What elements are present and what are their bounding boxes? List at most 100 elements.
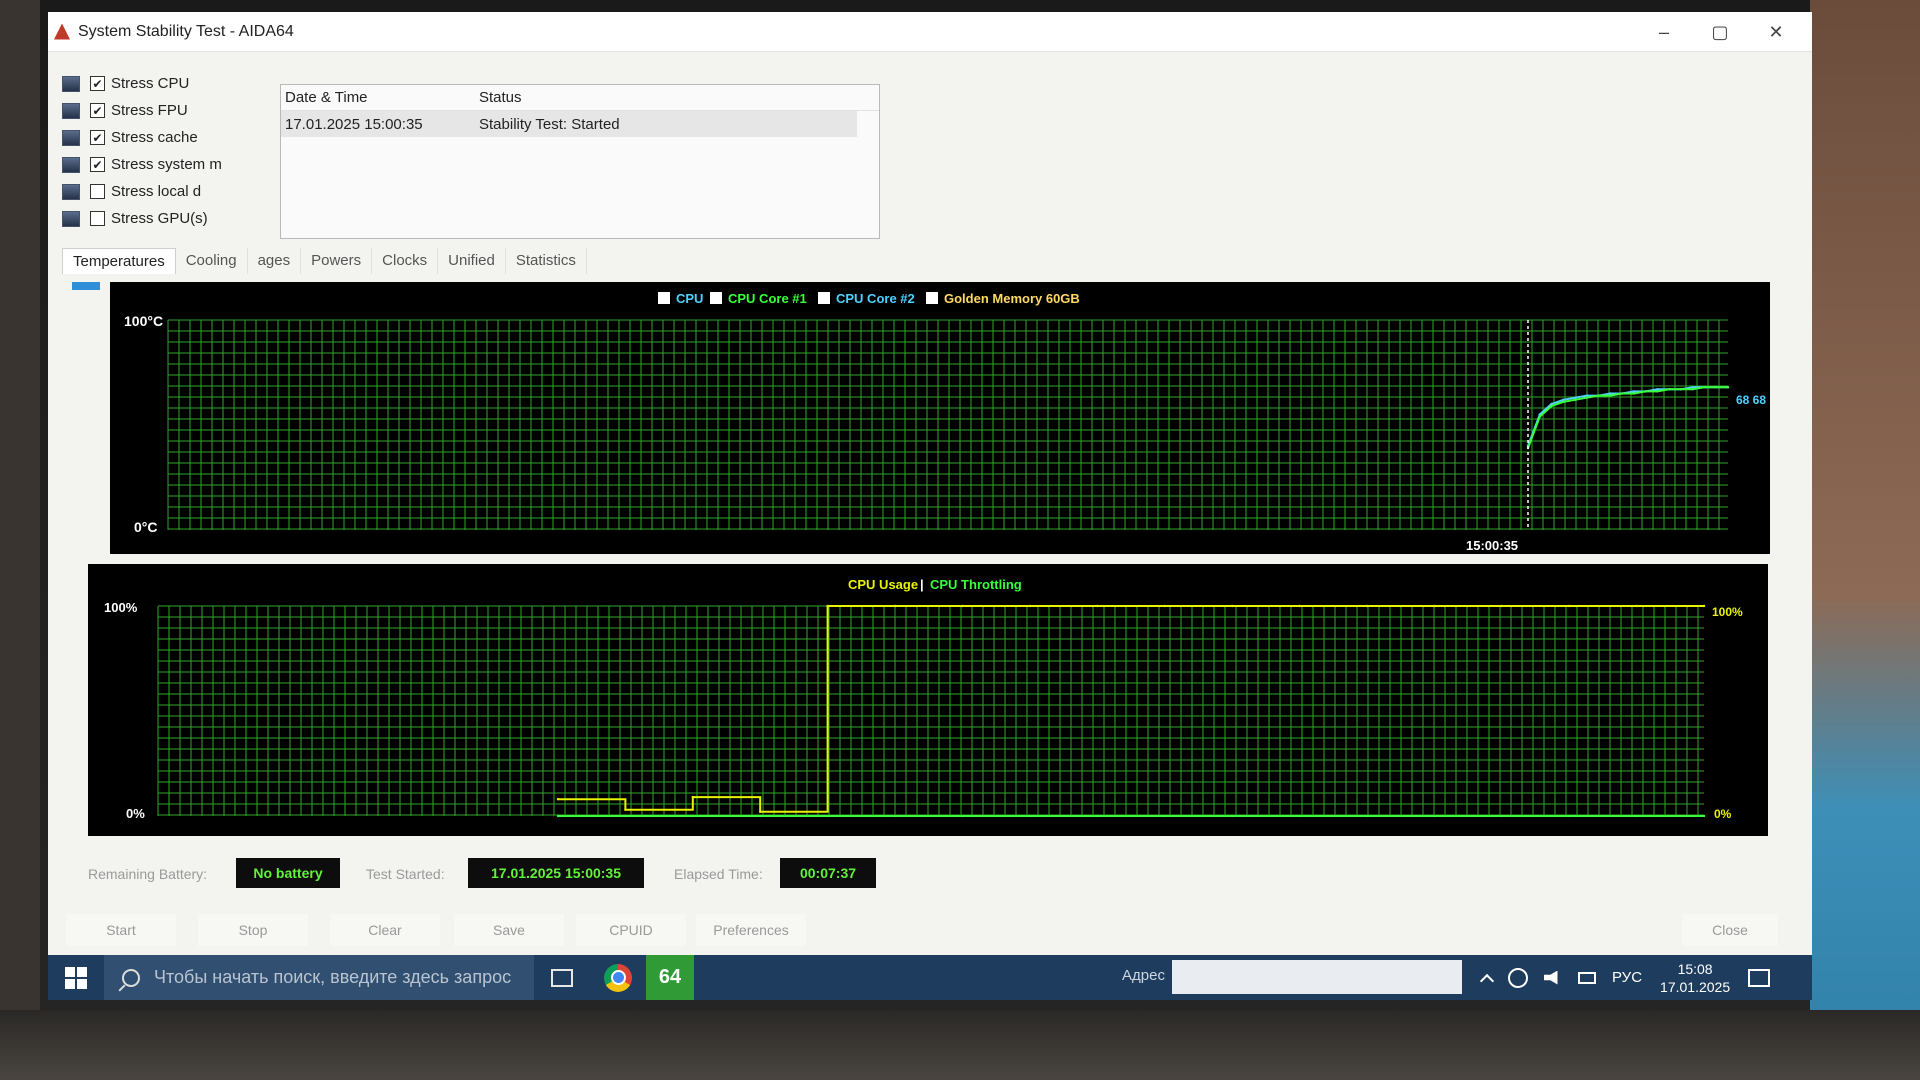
legend-cpu-checkbox[interactable] — [658, 292, 670, 304]
preferences-button[interactable]: Preferences — [696, 914, 806, 946]
tab-clocks[interactable]: Clocks — [372, 248, 439, 274]
cpu-title-separator: | — [920, 577, 924, 592]
address-toolbar-label: Адрес — [1122, 967, 1165, 984]
cpu-icon — [62, 75, 80, 92]
data-point — [1635, 604, 1638, 608]
data-point — [961, 604, 964, 608]
data-point — [624, 814, 627, 818]
chart-tabs: Temperatures Cooling ages Powers Clocks … — [62, 248, 587, 274]
aida64-taskbar-button[interactable]: 64 — [646, 955, 694, 1000]
network-globe-icon[interactable] — [1508, 967, 1528, 988]
log-row-status: Stability Test: Started — [479, 115, 620, 133]
minimize-button[interactable]: – — [1636, 12, 1692, 52]
stress-options: ✔ Stress CPU ✔ Stress FPU ✔ Stress cache… — [62, 70, 302, 232]
stress-cache-checkbox[interactable]: ✔ — [90, 130, 105, 145]
data-point — [1550, 404, 1553, 408]
keyboard-icon[interactable] — [1578, 971, 1596, 984]
stress-cache-label: Stress cache — [111, 129, 198, 146]
task-view-icon — [551, 968, 573, 987]
taskbar-search[interactable]: Чтобы начать поиск, введите здесь запрос — [104, 955, 534, 1000]
screen: System Stability Test - AIDA64 – ▢ ✕ ✔ S… — [48, 12, 1812, 1000]
legend-memory: Golden Memory 60GB — [944, 291, 1080, 306]
stress-cpu-checkbox[interactable]: ✔ — [90, 76, 105, 91]
tab-voltages[interactable]: ages — [248, 248, 302, 274]
legend-core1-checkbox[interactable] — [710, 292, 722, 304]
chart-grid — [157, 605, 1704, 816]
action-buttons: Start Stop Clear Save CPUID Preferences … — [48, 910, 1812, 950]
stress-system-memory-checkbox[interactable]: ✔ — [90, 157, 105, 172]
clear-button[interactable]: Clear — [330, 914, 440, 946]
tray-overflow-chevron-icon[interactable] — [1479, 973, 1495, 988]
legend-memory-checkbox[interactable] — [926, 292, 938, 304]
volume-icon[interactable] — [1544, 970, 1558, 985]
stress-fpu-option[interactable]: ✔ Stress FPU — [62, 97, 302, 124]
stress-cpu-option[interactable]: ✔ Stress CPU — [62, 70, 302, 97]
taskbar-clock[interactable]: 15:08 17.01.2025 — [1660, 960, 1730, 996]
data-point — [1096, 814, 1099, 818]
task-view-button[interactable] — [534, 955, 590, 1000]
close-window-button[interactable]: ✕ — [1748, 12, 1804, 52]
cpu-right-bottom-label: 0% — [1714, 807, 1732, 821]
notification-center-icon[interactable] — [1748, 968, 1771, 987]
tab-unified[interactable]: Unified — [438, 248, 506, 274]
stop-button[interactable]: Stop — [198, 914, 308, 946]
data-point — [1230, 604, 1234, 608]
tab-scroll-marker — [72, 282, 100, 290]
tab-powers[interactable]: Powers — [301, 248, 373, 274]
stress-system-memory-option[interactable]: ✔ Stress system m — [62, 151, 302, 178]
stress-fpu-label: Stress FPU — [111, 102, 188, 119]
data-point — [1679, 388, 1683, 391]
data-point — [826, 604, 829, 608]
test-started-label: Test Started: — [366, 866, 445, 882]
address-toolbar-input[interactable] — [1172, 960, 1462, 994]
save-button[interactable]: Save — [454, 914, 564, 946]
stress-cache-option[interactable]: ✔ Stress cache — [62, 124, 302, 151]
chart-grid — [167, 319, 1728, 530]
log-header-datetime[interactable]: Date & Time — [281, 89, 479, 106]
test-started-value: 17.01.2025 15:00:35 — [468, 858, 644, 888]
data-point — [1632, 392, 1636, 395]
stress-local-disks-option[interactable]: Stress local d — [62, 178, 302, 205]
log-header-status[interactable]: Status — [479, 89, 879, 106]
data-point — [1538, 415, 1541, 418]
data-point — [1585, 396, 1589, 399]
data-point — [893, 814, 897, 818]
stress-fpu-checkbox[interactable]: ✔ — [90, 103, 105, 118]
log-row[interactable]: 17.01.2025 15:00:35 Stability Test: Star… — [281, 111, 857, 137]
data-point — [1715, 386, 1718, 389]
tab-temperatures[interactable]: Temperatures — [62, 248, 176, 274]
stress-local-disks-checkbox[interactable] — [90, 184, 105, 199]
close-button[interactable]: Close — [1682, 914, 1778, 946]
title-bar: System Stability Test - AIDA64 – ▢ ✕ — [48, 12, 1812, 52]
stress-gpu-option[interactable]: Stress GPU(s) — [62, 205, 302, 232]
battery-value: No battery — [236, 858, 340, 888]
stress-system-memory-label: Stress system m — [111, 156, 222, 173]
chrome-taskbar-button[interactable] — [590, 955, 646, 1000]
legend-core2-checkbox[interactable] — [818, 292, 830, 304]
data-point — [1028, 814, 1032, 818]
data-point — [1230, 814, 1234, 818]
tab-cooling[interactable]: Cooling — [176, 248, 248, 274]
tab-statistics[interactable]: Statistics — [506, 248, 587, 274]
start-menu-button[interactable] — [48, 955, 104, 1000]
search-placeholder: Чтобы начать поиск, введите здесь запрос — [154, 967, 512, 987]
stress-gpu-checkbox[interactable] — [90, 211, 105, 226]
language-indicator[interactable]: РУС — [1612, 969, 1642, 986]
stress-cpu-label: Stress CPU — [111, 75, 190, 92]
chrome-icon — [604, 963, 632, 992]
data-point — [961, 814, 964, 818]
start-button[interactable]: Start — [66, 914, 176, 946]
data-point — [893, 604, 897, 608]
maximize-button[interactable]: ▢ — [1692, 12, 1748, 52]
data-point — [1028, 604, 1032, 608]
data-point — [759, 814, 762, 818]
status-bar: Remaining Battery: No battery Test Start… — [48, 854, 1812, 894]
cpuid-button[interactable]: CPUID — [576, 914, 686, 946]
data-point — [1585, 394, 1589, 397]
data-point — [1609, 392, 1612, 395]
temp-y-top-label: 100°C — [124, 313, 163, 329]
series-line-cpu-core-1 — [1527, 386, 1728, 449]
data-point — [1702, 604, 1706, 608]
data-point — [1691, 386, 1694, 389]
status-log[interactable]: Date & Time Status 17.01.2025 15:00:35 S… — [280, 84, 880, 239]
